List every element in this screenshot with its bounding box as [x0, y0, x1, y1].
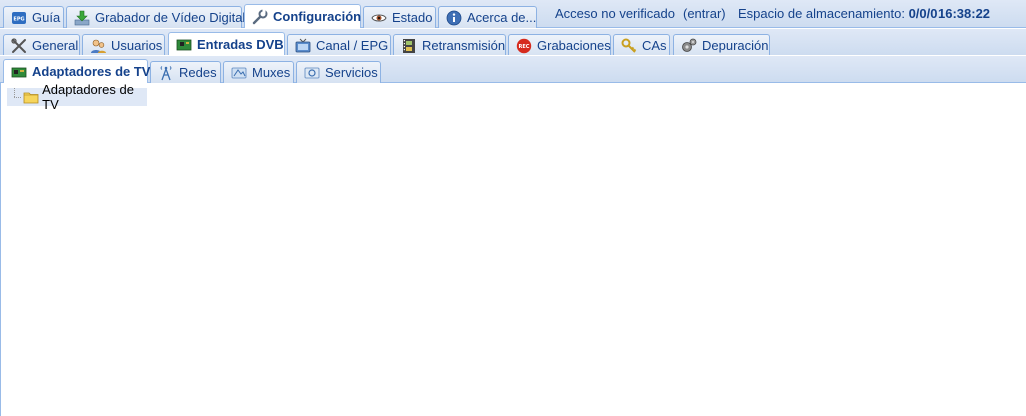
tab-label: Adaptadores de TV [32, 64, 151, 79]
service-icon [304, 65, 320, 81]
key-icon [621, 38, 637, 54]
folder-icon [23, 89, 39, 105]
bug-icon [681, 38, 697, 54]
tab-canal-epg[interactable]: Canal / EPG [287, 34, 391, 56]
tab-configuracion[interactable]: Configuración [244, 4, 361, 28]
tab-entradas-dvb[interactable]: Entradas DVB [168, 32, 285, 56]
eye-icon [371, 10, 387, 26]
tab-label: Grabador de Vídeo Digital [95, 10, 246, 25]
tab-label: Servicios [325, 65, 378, 80]
epg-icon: EPG [11, 10, 27, 26]
svg-text:REC: REC [519, 44, 530, 50]
tab-redes[interactable]: Redes [150, 61, 221, 83]
tab-muxes[interactable]: Muxes [223, 61, 294, 83]
tab-guia[interactable]: EPG Guía [3, 6, 64, 28]
config-tab-bar: General Usuarios Entradas DVB Canal / EP… [0, 28, 1026, 56]
antenna-icon [158, 65, 174, 81]
tab-label: Guía [32, 10, 61, 25]
tree-elbow [7, 88, 22, 106]
tab-cas[interactable]: CAs [613, 34, 670, 56]
adapter-card-icon [11, 64, 27, 80]
tab-label: Muxes [252, 65, 291, 80]
tab-label: Estado [392, 10, 433, 25]
access-status: Acceso no verificado [555, 6, 675, 21]
dvb-tab-bar: Adaptadores de TV Redes Muxes Servicios [0, 55, 1026, 83]
tab-label: Redes [179, 65, 217, 80]
tab-label: Acerca de... [467, 10, 537, 25]
info-icon [446, 10, 462, 26]
tab-acerca[interactable]: Acerca de... [438, 6, 537, 28]
film-icon [401, 38, 417, 54]
tab-label: Configuración [273, 9, 362, 24]
tv-icon [295, 38, 311, 54]
tab-depuracion[interactable]: Depuración [673, 34, 770, 56]
storage-status: Espacio de almacenamiento: 0/0/0 [738, 0, 937, 27]
tab-servicios[interactable]: Servicios [296, 61, 381, 83]
main-tab-bar: EPG Guía Grabador de Vídeo Digital Confi… [0, 0, 1026, 28]
wrench-icon [252, 9, 268, 25]
dvb-card-icon [176, 37, 192, 53]
tree-node-root[interactable]: Adaptadores de TV [7, 82, 147, 112]
tab-retransmision[interactable]: Retransmisión [393, 34, 506, 56]
tab-label: Canal / EPG [316, 38, 389, 53]
satellite-icon [231, 65, 247, 81]
tab-label: Depuración [702, 38, 769, 53]
tab-label: Entradas DVB [197, 37, 284, 52]
login-link[interactable]: (entrar) [683, 0, 726, 27]
adapters-tree-panel: Adaptadores de TV [0, 82, 1026, 416]
users-icon [90, 38, 106, 54]
tab-general[interactable]: General [3, 34, 80, 56]
tab-adaptadores[interactable]: Adaptadores de TV [3, 59, 151, 83]
tab-estado[interactable]: Estado [363, 6, 436, 28]
svg-text:EPG: EPG [13, 16, 24, 22]
tab-label: Usuarios [111, 38, 163, 53]
tab-label: Grabaciones [537, 38, 611, 53]
clock: 16:38:22 [938, 6, 991, 21]
tab-grabador[interactable]: Grabador de Vídeo Digital [66, 6, 246, 28]
tab-usuarios[interactable]: Usuarios [82, 34, 165, 56]
storage-value: 0/0/0 [908, 6, 938, 21]
tab-label: Retransmisión [422, 38, 506, 53]
tab-label: General [32, 38, 79, 53]
tree-node-label: Adaptadores de TV [42, 82, 134, 112]
tools-icon [11, 37, 27, 54]
rec-icon: REC [516, 38, 532, 54]
tab-label: CAs [642, 38, 667, 53]
tab-grabaciones[interactable]: REC Grabaciones [508, 34, 611, 56]
download-icon [74, 10, 90, 26]
storage-label: Espacio de almacenamiento: [738, 6, 905, 21]
